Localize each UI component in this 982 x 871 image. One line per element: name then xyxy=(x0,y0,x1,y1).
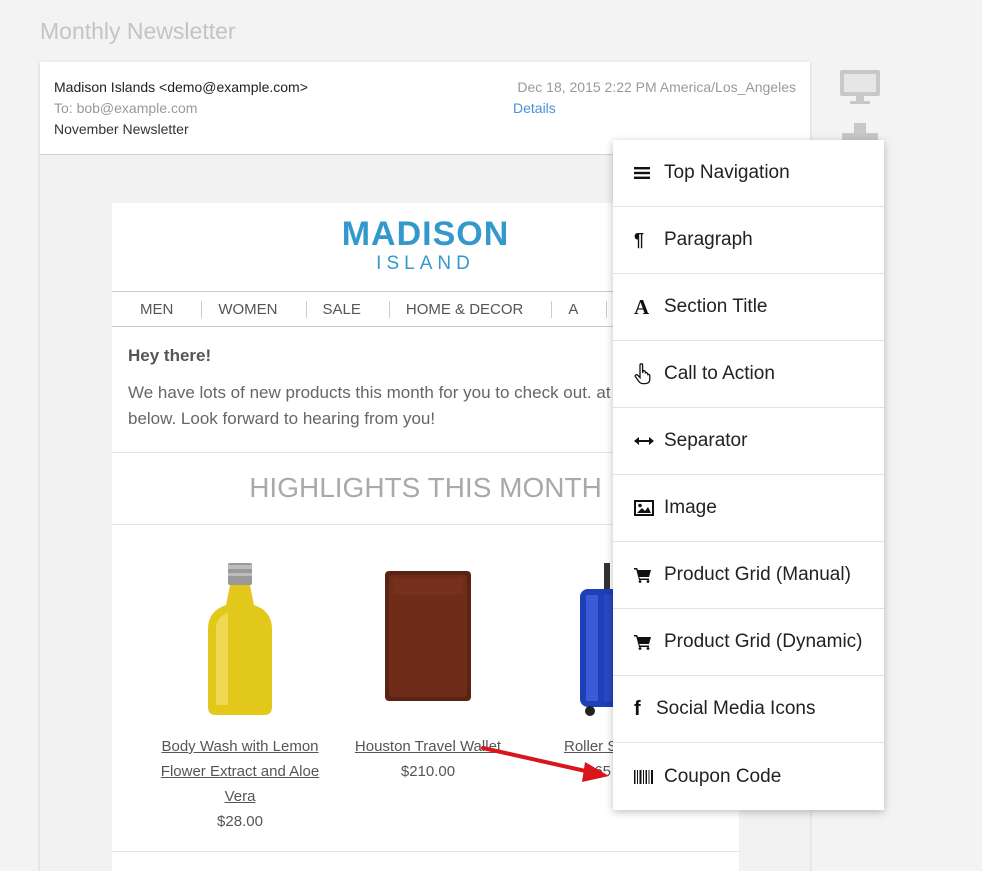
menu-item-separator[interactable]: Separator xyxy=(613,408,884,475)
nav-item-more[interactable]: A xyxy=(552,300,608,318)
nav-item-women[interactable]: WOMEN xyxy=(202,300,307,318)
menu-item-top-navigation[interactable]: Top Navigation xyxy=(613,140,884,207)
nav-item-sale[interactable]: SALE xyxy=(307,300,391,318)
menu-item-label: Social Media Icons xyxy=(656,698,816,719)
product-image-wallet[interactable] xyxy=(368,555,488,720)
email-to: To: bob@example.com xyxy=(54,100,198,116)
menu-item-label: Separator xyxy=(664,430,748,451)
menu-item-paragraph[interactable]: ¶ Paragraph xyxy=(613,207,884,274)
image-icon xyxy=(634,500,656,516)
menu-item-section-title[interactable]: A Section Title xyxy=(613,274,884,341)
email-date: Dec 18, 2015 2:22 PM America/Los_Angeles xyxy=(517,79,796,95)
font-icon: A xyxy=(634,294,650,319)
menu-item-call-to-action[interactable]: Call to Action xyxy=(613,341,884,408)
product-card: Body Wash with Lemon Flower Extract and … xyxy=(144,555,336,834)
email-from: Madison Islands <demo@example.com> xyxy=(54,79,308,95)
paragraph-icon: ¶ xyxy=(634,229,645,250)
bars-icon xyxy=(634,166,656,180)
menu-item-label: Call to Action xyxy=(664,363,775,384)
product-price: $28.00 xyxy=(217,813,263,830)
product-card: Houston Travel Wallet $210.00 xyxy=(338,555,518,784)
menu-item-label: Top Navigation xyxy=(664,162,790,183)
section-divider xyxy=(112,851,739,852)
menu-item-label: Image xyxy=(664,497,717,518)
highlights-title: HIGHLIGHTS THIS MONTH xyxy=(249,472,602,503)
menu-item-label: Paragraph xyxy=(664,229,753,250)
product-name-link[interactable]: Houston Travel Wallet xyxy=(355,738,501,755)
cart-icon xyxy=(634,634,656,650)
menu-item-product-grid-dynamic[interactable]: Product Grid (Dynamic) xyxy=(613,609,884,676)
nav-item-men[interactable]: MEN xyxy=(124,300,203,318)
arrows-horizontal-icon xyxy=(634,436,656,446)
menu-item-coupon-code[interactable]: Coupon Code xyxy=(613,743,884,810)
add-block-menu: Top Navigation ¶ Paragraph A Section Tit… xyxy=(613,140,884,810)
menu-item-label: Product Grid (Manual) xyxy=(664,564,851,585)
menu-item-social-media-icons[interactable]: f Social Media Icons xyxy=(613,676,884,743)
product-name-link[interactable]: Body Wash with Lemon Flower Extract and … xyxy=(161,738,319,805)
product-name-link[interactable]: Roller S xyxy=(564,738,617,755)
menu-item-label: Product Grid (Dynamic) xyxy=(664,631,863,652)
desktop-preview-icon[interactable] xyxy=(838,68,882,111)
barcode-icon xyxy=(634,769,656,785)
details-link[interactable]: Details xyxy=(513,100,556,116)
nav-item-home-decor[interactable]: HOME & DECOR xyxy=(390,300,553,318)
menu-item-image[interactable]: Image xyxy=(613,475,884,542)
product-image-bottle[interactable] xyxy=(180,555,300,720)
cart-icon xyxy=(634,567,656,583)
menu-item-label: Coupon Code xyxy=(664,765,782,787)
menu-item-label: Section Title xyxy=(664,296,768,317)
facebook-icon: f xyxy=(634,697,641,720)
product-price: $210.00 xyxy=(400,763,456,780)
menu-item-product-grid-manual[interactable]: Product Grid (Manual) xyxy=(613,542,884,609)
email-subject: November Newsletter xyxy=(54,121,189,137)
hand-pointer-icon xyxy=(634,363,656,385)
page-title: Monthly Newsletter xyxy=(40,18,236,44)
